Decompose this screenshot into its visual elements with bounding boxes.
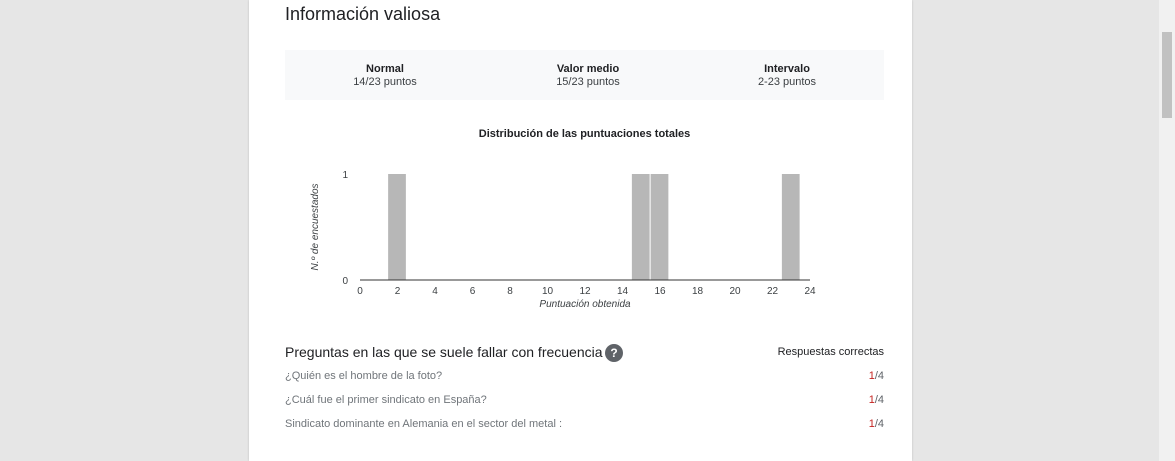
frequently-missed-heading: Preguntas en las que se suele fallar con… xyxy=(285,344,603,360)
x-tick-2: 2 xyxy=(395,286,401,297)
bar-score-15[interactable] xyxy=(631,174,650,280)
correct-answers-header: Respuestas correctas xyxy=(777,346,884,358)
score-total: /4 xyxy=(874,394,884,406)
score-total: /4 xyxy=(874,370,884,382)
x-tick-10: 10 xyxy=(542,286,554,297)
x-tick-4: 4 xyxy=(432,286,438,297)
x-tick-24: 24 xyxy=(804,286,816,297)
x-tick-12: 12 xyxy=(579,286,591,297)
question-text: ¿Cuál fue el primer sindicato en España? xyxy=(285,394,487,406)
question-score: 1/4 xyxy=(869,394,884,406)
page-scrollbar[interactable] xyxy=(1159,0,1175,461)
question-row[interactable]: Sindicato dominante en Alemania en el se… xyxy=(285,418,884,432)
y-axis-label: N.º de encuestados xyxy=(310,183,321,270)
question-row[interactable]: ¿Cuál fue el primer sindicato en España?… xyxy=(285,394,884,408)
score-distribution-chart: 0 2 4 6 8 10 12 14 16 18 20 22 24 01 Puntuación obte… xyxy=(310,170,816,310)
question-text: Sindicato dominante en Alemania en el se… xyxy=(285,418,562,430)
x-tick-20: 20 xyxy=(729,286,741,297)
question-score: 1/4 xyxy=(869,370,884,382)
x-tick-14: 14 xyxy=(617,286,629,297)
bar-score-16[interactable] xyxy=(650,174,669,280)
x-tick-0: 0 xyxy=(357,286,363,297)
question-text: ¿Quién es el hombre de la foto? xyxy=(285,370,443,382)
question-score: 1/4 xyxy=(869,418,884,430)
x-tick-16: 16 xyxy=(654,286,666,297)
bar-score-2[interactable] xyxy=(388,174,406,280)
score-total: /4 xyxy=(874,418,884,430)
x-tick-labels: 0 2 4 6 8 10 12 14 16 18 20 22 24 xyxy=(357,286,816,297)
y-tick-0: 0 xyxy=(342,276,348,287)
y-tick-labels: 01 xyxy=(342,170,348,287)
bar-score-23[interactable] xyxy=(781,174,800,280)
chart-bars xyxy=(388,174,800,280)
x-tick-18: 18 xyxy=(692,286,704,297)
y-tick-1: 1 xyxy=(342,170,348,181)
x-tick-22: 22 xyxy=(767,286,779,297)
help-icon[interactable]: ? xyxy=(605,344,623,362)
x-axis-label: Puntuación obtenida xyxy=(539,299,631,310)
question-row[interactable]: ¿Quién es el hombre de la foto? 1/4 xyxy=(285,370,884,384)
x-tick-8: 8 xyxy=(507,286,513,297)
x-tick-6: 6 xyxy=(470,286,476,297)
scrollbar-thumb[interactable] xyxy=(1162,32,1172,118)
insights-card: Información valiosa Normal 14/23 puntos … xyxy=(249,0,912,461)
